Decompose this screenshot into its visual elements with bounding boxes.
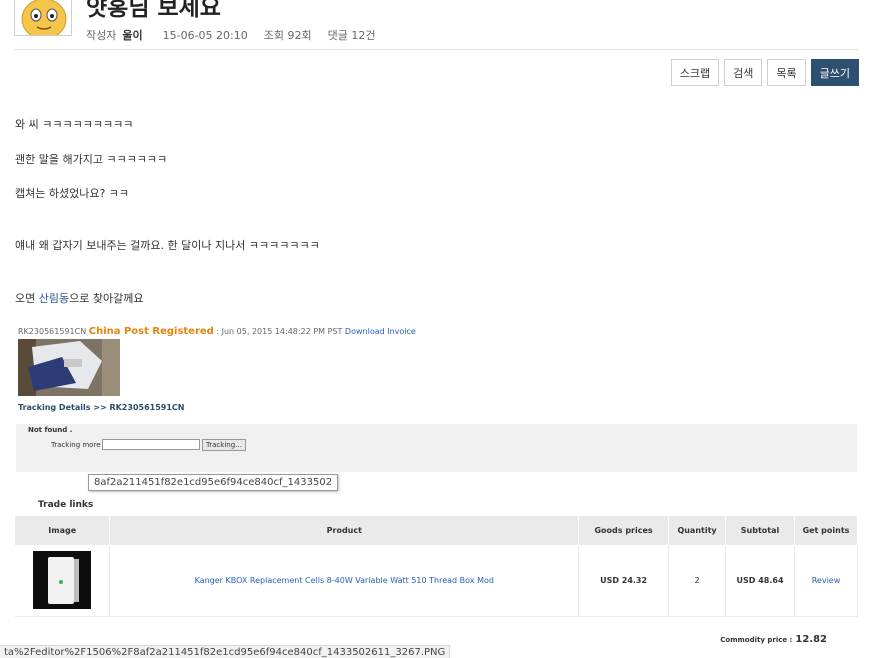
place-link[interactable]: 산림동 <box>39 292 69 305</box>
table-row: Kanger KBOX Replacement Cells 8-40W Vari… <box>15 545 858 617</box>
order-table: Image Product Goods prices Quantity Subt… <box>15 516 858 617</box>
avatar <box>14 0 72 36</box>
trade-links-title: Trade links <box>38 500 94 510</box>
body-text: 오면 <box>15 292 39 305</box>
post-title: 얏홍님 보세요 <box>86 0 221 21</box>
view-count: 조회 92회 <box>263 29 312 42</box>
tracking-more-input[interactable] <box>102 439 200 450</box>
tracking-date: : Jun 05, 2015 14:48:22 PM PST <box>216 327 343 336</box>
commodity-label: Commodity price : <box>720 636 793 644</box>
tracking-number: RK230561591CN <box>18 327 87 336</box>
search-button[interactable]: 검색 <box>724 59 763 86</box>
header-divider <box>14 49 859 50</box>
list-button[interactable]: 목록 <box>767 59 806 86</box>
not-found-text: Not found . <box>28 426 73 434</box>
author-label: 작성자 <box>86 29 117 42</box>
body-line: 괜한 말을 해가지고 ㅋㅋㅋㅋㅋㅋ <box>15 153 168 166</box>
column-header: Quantity <box>668 516 727 545</box>
carrier-name: China Post Registered <box>88 326 214 337</box>
commodity-price: Commodity price :12.82 <box>720 634 827 645</box>
table-header-row: Image Product Goods prices Quantity Subt… <box>15 516 858 545</box>
review-link[interactable]: Review <box>812 576 841 585</box>
tracking-panel: Not found . Tracking more : Tracking... <box>16 424 857 472</box>
tracking-button[interactable]: Tracking... <box>202 439 246 451</box>
download-invoice-link[interactable]: Download Invoice <box>345 327 416 336</box>
scrap-button[interactable]: 스크랩 <box>670 59 720 86</box>
comment-count: 댓글 12건 <box>327 29 376 42</box>
write-button[interactable]: 글쓰기 <box>810 59 859 86</box>
product-image-cell <box>15 545 111 617</box>
body-line: 오면 산림동으로 찾아갈께요 <box>15 290 143 306</box>
image-tooltip: 8af2a211451f82e1cd95e6f94ce840cf_1433502 <box>88 474 339 491</box>
browser-status-bar: ta%2Feditor%2F1506%2F8af2a211451f82e1cd9… <box>0 645 451 658</box>
tracking-details-link[interactable]: Tracking Details >> RK230561591CN <box>18 403 184 412</box>
subtotal-cell: USD 48.64 <box>725 545 795 617</box>
column-header: Get points <box>794 516 858 545</box>
column-header: Goods prices <box>578 516 670 545</box>
column-header: Image <box>15 516 111 545</box>
tracking-more-label: Tracking more : <box>51 441 106 449</box>
product-thumbnail[interactable] <box>33 551 92 610</box>
post-date: 15-06-05 20:10 <box>162 29 248 42</box>
quantity-cell: 2 <box>668 545 727 617</box>
tracking-header: RK230561591CN China Post Registered : Ju… <box>18 326 416 337</box>
parcel-photo[interactable] <box>18 339 120 396</box>
points-cell: Review <box>794 545 858 617</box>
price-cell: USD 24.32 <box>578 545 670 617</box>
body-text: 으로 찾아갈께요 <box>69 292 144 305</box>
body-line: 와 씨 ㅋㅋㅋㅋㅋㅋㅋㅋㅋ <box>15 118 134 131</box>
author-name[interactable]: 울이 <box>122 27 142 43</box>
product-link[interactable]: Kanger KBOX Replacement Cells 8-40W Vari… <box>195 576 494 585</box>
product-cell: Kanger KBOX Replacement Cells 8-40W Vari… <box>109 545 580 617</box>
commodity-value: 12.82 <box>795 634 827 645</box>
column-header: Subtotal <box>725 516 795 545</box>
body-line: 캡쳐는 하셨었나요? ㅋㅋ <box>15 187 130 200</box>
body-line: 얘내 왜 갑자기 보내주는 걸까요. 한 달이나 지나서 ㅋㅋㅋㅋㅋㅋㅋ <box>15 239 320 252</box>
post-toolbar: 스크랩 검색 목록 글쓰기 <box>670 59 859 86</box>
column-header: Product <box>109 516 580 545</box>
post-meta: 작성자 울이 15-06-05 20:10 조회 92회 댓글 12건 <box>86 27 375 43</box>
